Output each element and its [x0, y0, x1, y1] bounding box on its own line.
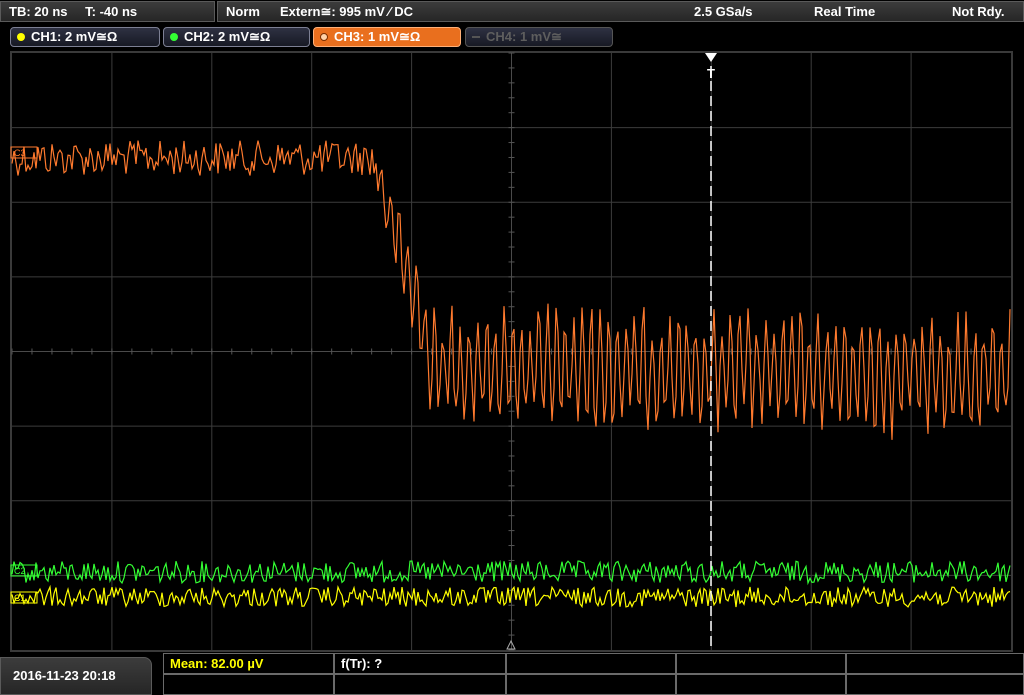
date-time-display: 2016-11-23 20:18 — [0, 657, 152, 695]
measurement-slot-empty[interactable] — [334, 674, 506, 695]
measurement-slot-empty[interactable] — [676, 674, 846, 695]
measurement-rise-frequency[interactable]: f(Tr): ? — [334, 653, 506, 674]
ch1-offset-label: C1 — [14, 593, 26, 603]
measurement-mean[interactable]: Mean: 82.00 µV — [163, 653, 334, 674]
ch2-offset-label: C2 — [14, 566, 26, 576]
measurement-slot-empty[interactable] — [163, 674, 334, 695]
bottom-status-bar: 2016-11-23 20:18 Mean: 82.00 µV f(Tr): ? — [0, 653, 1024, 695]
trigger-marker-label: T — [707, 66, 715, 81]
measurement-slot-empty[interactable] — [506, 674, 676, 695]
trigger-position-icon[interactable] — [705, 53, 717, 62]
measurement-slot-empty[interactable] — [676, 653, 846, 674]
measurement-slot-empty[interactable] — [846, 674, 1024, 695]
measurement-slot-empty[interactable] — [846, 653, 1024, 674]
waveform-display[interactable]: T C3 C2 C1 — [0, 0, 1024, 653]
ch3-offset-label: C3 — [14, 148, 26, 158]
measurement-slot-empty[interactable] — [506, 653, 676, 674]
